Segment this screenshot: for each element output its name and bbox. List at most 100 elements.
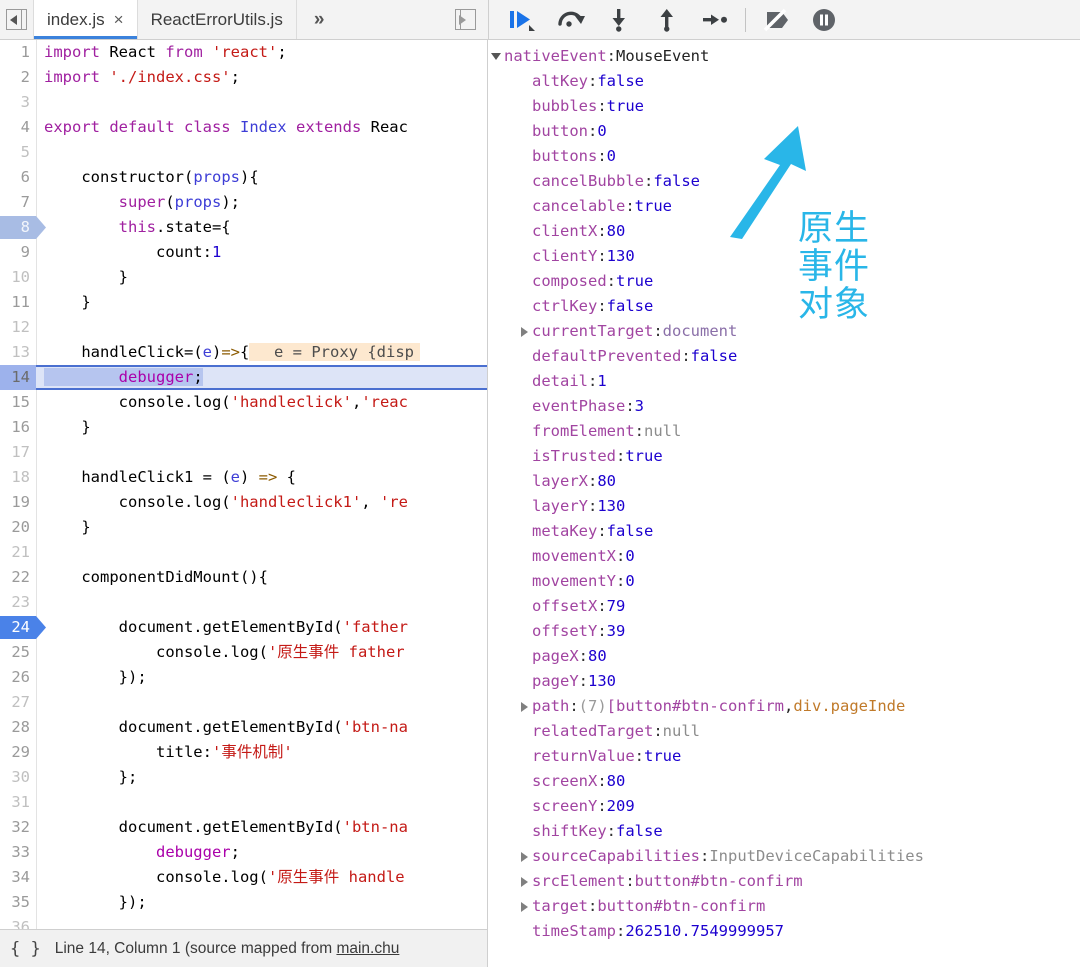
line-number[interactable]: 18 — [0, 465, 36, 490]
next-tab-button[interactable] — [442, 0, 488, 39]
code-line[interactable]: 23 — [0, 590, 487, 615]
property-row[interactable]: srcElement: button#btn-confirm — [488, 869, 1080, 894]
line-number[interactable]: 4 — [0, 115, 36, 140]
scope-properties-pane[interactable]: nativeEvent: MouseEvent altKey: false bubb… — [488, 40, 1080, 967]
pause-on-exceptions-button[interactable] — [800, 0, 848, 40]
code-line[interactable]: 22 componentDidMount(){ — [0, 565, 487, 590]
line-number[interactable]: 29 — [0, 740, 36, 765]
code-line[interactable]: 13 handleClick=(e)=>{ e = Proxy {disp — [0, 340, 487, 365]
code-line[interactable]: 31 — [0, 790, 487, 815]
line-number[interactable]: 7 — [0, 190, 36, 215]
property-row[interactable]: layerY: 130 — [488, 494, 1080, 519]
code-line[interactable]: 6 constructor(props){ — [0, 165, 487, 190]
more-tabs-icon[interactable]: » — [297, 0, 340, 39]
line-number[interactable]: 28 — [0, 715, 36, 740]
code-line[interactable]: 12 — [0, 315, 487, 340]
code-line[interactable]: 20 } — [0, 515, 487, 540]
code-line[interactable]: 10 } — [0, 265, 487, 290]
code-line[interactable]: 29 title:'事件机制' — [0, 740, 487, 765]
property-row[interactable]: composed: true — [488, 269, 1080, 294]
line-number[interactable]: 32 — [0, 815, 36, 840]
property-row[interactable]: shiftKey: false — [488, 819, 1080, 844]
line-number[interactable]: 3 — [0, 90, 36, 115]
line-number[interactable]: 13 — [0, 340, 36, 365]
tab-index-js[interactable]: index.js × — [34, 0, 138, 39]
chevron-down-icon[interactable] — [488, 44, 504, 69]
property-row-root[interactable]: nativeEvent: MouseEvent — [488, 44, 1080, 69]
property-row[interactable]: clientY: 130 — [488, 244, 1080, 269]
code-line[interactable]: 34 console.log('原生事件 handle — [0, 865, 487, 890]
property-row[interactable]: metaKey: false — [488, 519, 1080, 544]
code-line[interactable]: 15 console.log('handleclick','reac — [0, 390, 487, 415]
line-number[interactable]: 1 — [0, 40, 36, 65]
code-line[interactable]: 19 console.log('handleclick1', 're — [0, 490, 487, 515]
line-number[interactable]: 17 — [0, 440, 36, 465]
line-number[interactable]: 33 — [0, 840, 36, 865]
code-line[interactable]: 16 } — [0, 415, 487, 440]
line-number[interactable]: 19 — [0, 490, 36, 515]
code-line[interactable]: 9 count:1 — [0, 240, 487, 265]
property-row[interactable]: bubbles: true — [488, 94, 1080, 119]
property-row[interactable]: detail: 1 — [488, 369, 1080, 394]
line-number[interactable]: 20 — [0, 515, 36, 540]
code-line[interactable]: 1 import React from 'react'; — [0, 40, 487, 65]
code-line[interactable]: 8 this.state={ — [0, 215, 487, 240]
code-line[interactable]: 28 document.getElementById('btn-na — [0, 715, 487, 740]
line-number[interactable]: 15 — [0, 390, 36, 415]
chevron-right-icon[interactable] — [516, 694, 532, 719]
line-number[interactable]: 11 — [0, 290, 36, 315]
line-number[interactable]: 23 — [0, 590, 36, 615]
line-number[interactable]: 5 — [0, 140, 36, 165]
chevron-right-icon[interactable] — [516, 869, 532, 894]
line-number[interactable]: 26 — [0, 665, 36, 690]
code-line[interactable]: 32 document.getElementById('btn-na — [0, 815, 487, 840]
step-button[interactable] — [691, 0, 739, 40]
property-row[interactable]: cancelBubble: false — [488, 169, 1080, 194]
property-row[interactable]: sourceCapabilities: InputDeviceCapabilit… — [488, 844, 1080, 869]
code-line[interactable]: 35 }); — [0, 890, 487, 915]
code-line[interactable]: 33 debugger; — [0, 840, 487, 865]
code-line[interactable]: 2 import './index.css'; — [0, 65, 487, 90]
property-row[interactable]: defaultPrevented: false — [488, 344, 1080, 369]
property-row[interactable]: pageX: 80 — [488, 644, 1080, 669]
code-line[interactable]: 27 — [0, 690, 487, 715]
property-row[interactable]: currentTarget: document — [488, 319, 1080, 344]
property-row[interactable]: altKey: false — [488, 69, 1080, 94]
line-number[interactable]: 9 — [0, 240, 36, 265]
property-row[interactable]: pageY: 130 — [488, 669, 1080, 694]
code-line[interactable]: 30 }; — [0, 765, 487, 790]
code-line[interactable]: 14 debugger; — [0, 365, 487, 390]
close-icon[interactable]: × — [114, 11, 124, 28]
tab-reacterrorutils-js[interactable]: ReactErrorUtils.js — [138, 0, 297, 39]
property-row[interactable]: buttons: 0 — [488, 144, 1080, 169]
prev-tab-button[interactable] — [0, 0, 34, 39]
resume-script-execution-button[interactable] — [499, 0, 547, 40]
line-number[interactable]: 25 — [0, 640, 36, 665]
line-number[interactable]: 30 — [0, 765, 36, 790]
property-row[interactable]: timeStamp: 262510.7549999957 — [488, 919, 1080, 944]
step-over-button[interactable] — [547, 0, 595, 40]
code-line[interactable]: 24 document.getElementById('father — [0, 615, 487, 640]
chevron-right-icon[interactable] — [516, 844, 532, 869]
code-line[interactable]: 18 handleClick1 = (e) => { — [0, 465, 487, 490]
source-code-scroll[interactable]: 1 import React from 'react'; 2 import './in… — [0, 40, 487, 929]
property-row[interactable]: relatedTarget: null — [488, 719, 1080, 744]
line-number[interactable]: 14 — [0, 365, 36, 390]
line-number[interactable]: 27 — [0, 690, 36, 715]
code-line[interactable]: 26 }); — [0, 665, 487, 690]
code-line[interactable]: 7 super(props); — [0, 190, 487, 215]
property-row[interactable]: screenY: 209 — [488, 794, 1080, 819]
line-number[interactable]: 34 — [0, 865, 36, 890]
step-into-button[interactable] — [595, 0, 643, 40]
code-line[interactable]: 36 — [0, 915, 487, 929]
deactivate-breakpoints-button[interactable] — [752, 0, 800, 40]
chevron-right-icon[interactable] — [516, 894, 532, 919]
source-map-link[interactable]: main.chu — [336, 940, 399, 957]
property-row[interactable]: path: (7) [button#btn-confirm, div.pageI… — [488, 694, 1080, 719]
code-line[interactable]: 4 export default class Index extends Reac — [0, 115, 487, 140]
property-row[interactable]: ctrlKey: false — [488, 294, 1080, 319]
line-number[interactable]: 31 — [0, 790, 36, 815]
line-number[interactable]: 22 — [0, 565, 36, 590]
line-number[interactable]: 6 — [0, 165, 36, 190]
line-number[interactable]: 2 — [0, 65, 36, 90]
